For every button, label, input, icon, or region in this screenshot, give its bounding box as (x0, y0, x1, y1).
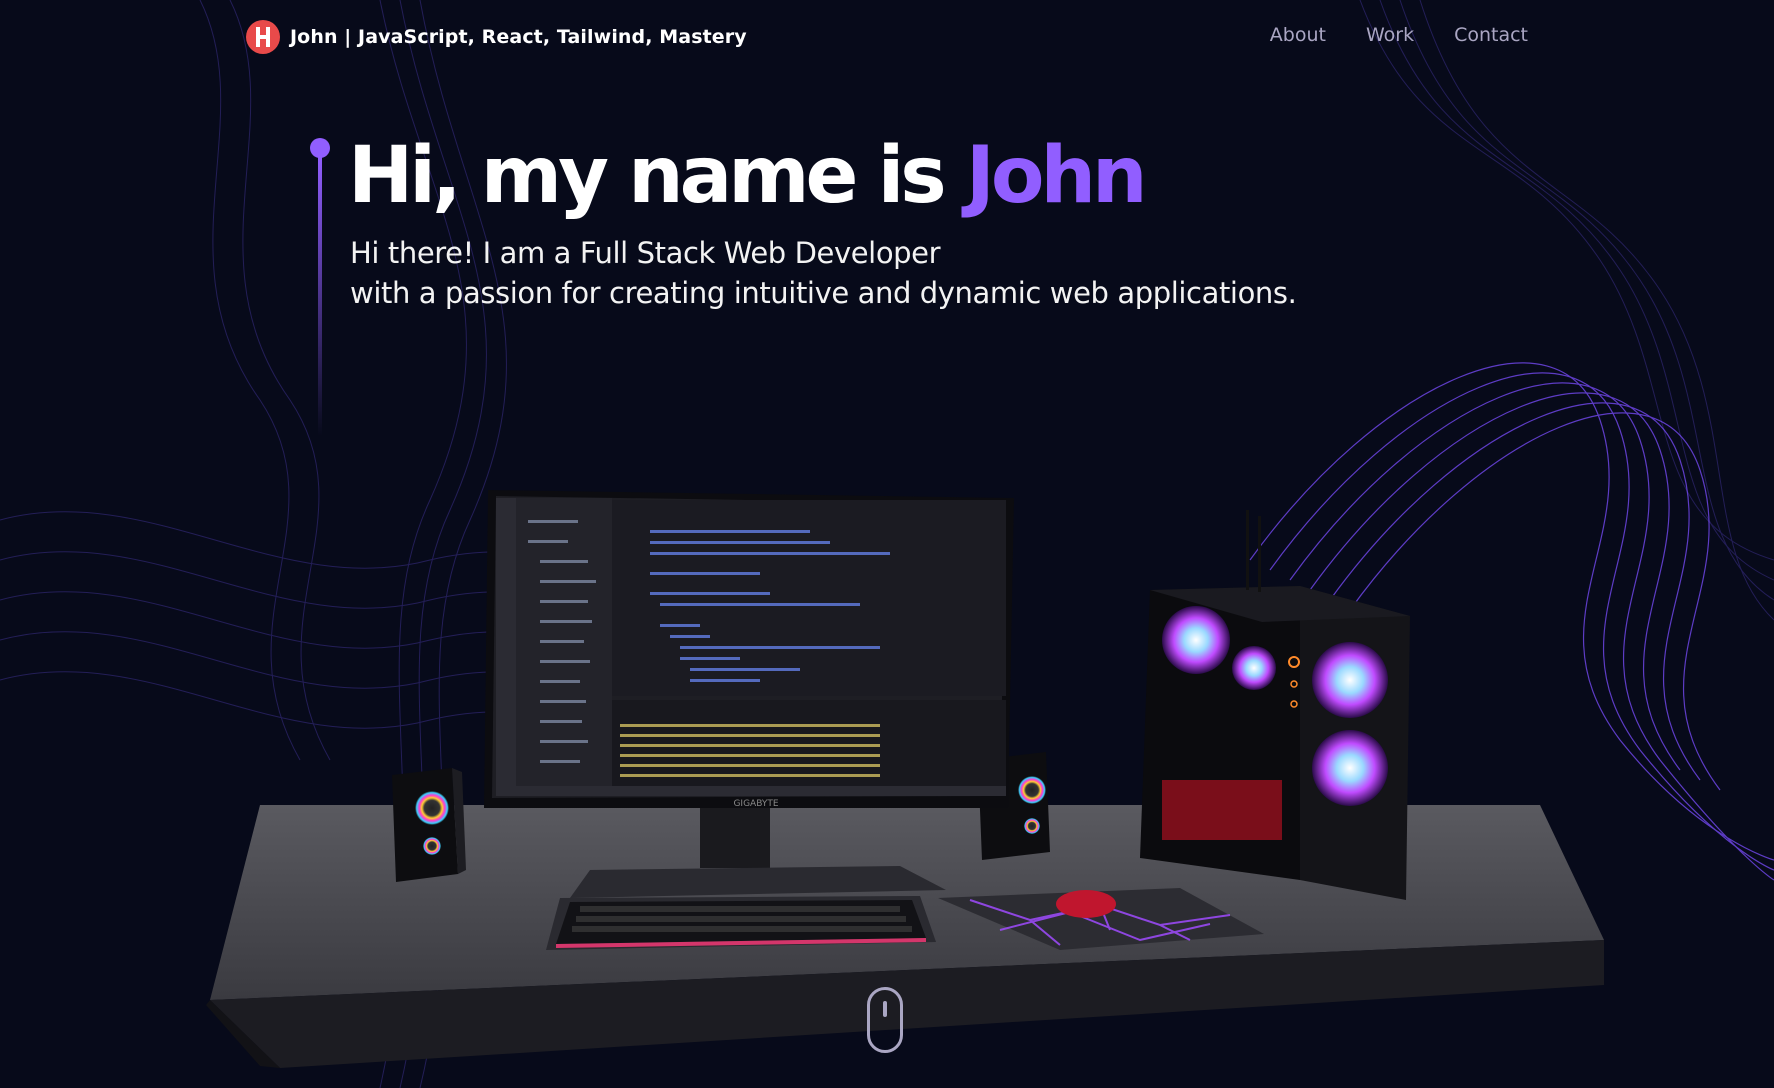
hero-accent-line (310, 138, 330, 438)
hero-subtitle-line2: with a passion for creating intuitive an… (350, 276, 1297, 310)
logo-icon (246, 20, 280, 54)
brand-title: John | JavaScript, React, Tailwind, Mast… (290, 26, 747, 48)
nav-link-work[interactable]: Work (1366, 24, 1414, 46)
mouse (1056, 890, 1116, 918)
hero-accent-bar (318, 156, 322, 436)
scroll-mouse-icon[interactable] (867, 987, 903, 1053)
hero-subtitle: Hi there! I am a Full Stack Web Develope… (350, 233, 1450, 313)
brand-link[interactable]: John | JavaScript, React, Tailwind, Mast… (246, 20, 747, 54)
hero-title-name: John (965, 131, 1148, 221)
nav-link-contact[interactable]: Contact (1454, 24, 1528, 46)
monitor: GIGABYTE (484, 490, 1014, 809)
nav-links: About Work Contact (1270, 24, 1528, 46)
logo-letter-icon (256, 27, 270, 47)
hero-accent-dot (310, 138, 330, 158)
portfolio-page: John | JavaScript, React, Tailwind, Mast… (0, 0, 1774, 1088)
hero-title: Hi, my name is John (348, 128, 1148, 224)
hero-title-prefix: Hi, my name is (348, 131, 966, 221)
scroll-wheel-dot (883, 1001, 887, 1017)
nav-link-about[interactable]: About (1270, 24, 1326, 46)
left-speaker (392, 768, 466, 882)
hero-subtitle-line1: Hi there! I am a Full Stack Web Develope… (350, 236, 941, 270)
monitor-brand-label: GIGABYTE (733, 799, 778, 809)
pc-tower (1140, 510, 1410, 900)
navbar: John | JavaScript, React, Tailwind, Mast… (0, 0, 1774, 74)
keyboard (546, 896, 936, 950)
